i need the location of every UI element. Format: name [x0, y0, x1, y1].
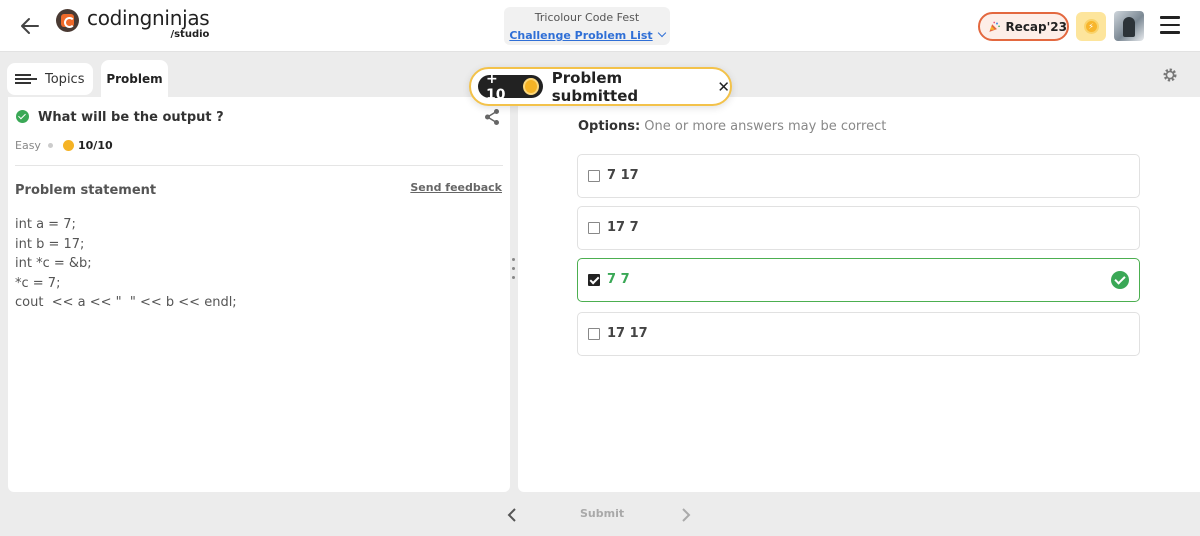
coin-icon: [522, 78, 539, 95]
send-feedback-link[interactable]: Send feedback: [410, 181, 502, 194]
toast-message: Problem submitted: [551, 68, 639, 105]
option-checkbox[interactable]: [588, 170, 600, 182]
avatar[interactable]: [1114, 11, 1144, 41]
options-label: Options:: [578, 119, 641, 134]
submission-toast: + 10 Problem submitted ✕: [469, 67, 732, 106]
option-checkbox-checked[interactable]: [588, 274, 600, 286]
next-chevron-icon[interactable]: [680, 508, 692, 522]
top-header: codingninjas /studio Tricolour Code Fest…: [0, 0, 1200, 52]
chevron-down-icon: [657, 28, 666, 38]
code-line: int b = 17;: [15, 236, 85, 252]
share-icon[interactable]: [484, 108, 500, 126]
score-value: 10/10: [78, 139, 113, 152]
solved-check-icon: [16, 110, 29, 123]
topics-menu-icon: [15, 72, 37, 86]
option-label: 7 7: [607, 272, 630, 287]
separator-dot: [48, 143, 53, 148]
recap-button[interactable]: Recap'23: [978, 12, 1069, 41]
code-block: int a = 7; int b = 17; int *c = &b; *c = 7;…: [15, 215, 237, 313]
option-4[interactable]: 17 17: [577, 312, 1140, 356]
problem-title: What will be the output ?: [38, 110, 224, 125]
option-label: 17 17: [607, 326, 648, 341]
logo-text: codingninjas: [87, 6, 210, 30]
hamburger-menu-icon[interactable]: [1160, 16, 1180, 34]
option-1[interactable]: 7 17: [577, 154, 1140, 198]
coins-button[interactable]: ⚡: [1076, 12, 1106, 41]
previous-chevron-icon[interactable]: [506, 508, 518, 522]
tab-problem[interactable]: Problem: [101, 60, 168, 98]
option-2[interactable]: 17 7: [577, 206, 1140, 250]
problem-statement-heading: Problem statement: [15, 183, 157, 198]
option-label: 17 7: [607, 220, 639, 235]
problem-panel: What will be the output ? Easy 10/10 Pro…: [8, 97, 510, 492]
tab-topics-label: Topics: [45, 71, 85, 87]
back-arrow-icon[interactable]: [18, 14, 42, 38]
challenge-problem-list-link[interactable]: Challenge Problem List: [509, 29, 652, 42]
gear-icon[interactable]: [1162, 67, 1178, 83]
options-heading: Options: One or more answers may be corr…: [578, 119, 886, 134]
option-3[interactable]: 7 7: [577, 258, 1140, 302]
logo-subtext: /studio: [170, 29, 210, 40]
answer-panel: Options: One or more answers may be corr…: [518, 97, 1200, 492]
option-checkbox[interactable]: [588, 222, 600, 234]
option-checkbox[interactable]: [588, 328, 600, 340]
divider: [15, 165, 503, 166]
panel-resize-handle[interactable]: [511, 258, 516, 288]
option-label: 7 17: [607, 168, 639, 183]
code-line: int a = 7;: [15, 217, 76, 232]
coin-icon: [63, 140, 74, 151]
correct-check-icon: [1111, 271, 1129, 289]
points-badge: + 10: [478, 71, 543, 103]
code-line: cout << a << " " << b << endl;: [15, 295, 237, 310]
party-popper-icon: [989, 21, 1000, 32]
tab-topics[interactable]: Topics: [7, 63, 93, 95]
challenge-dropdown[interactable]: Tricolour Code Fest Challenge Problem Li…: [504, 7, 670, 45]
submit-button[interactable]: Submit: [580, 507, 624, 520]
difficulty-label: Easy: [15, 139, 41, 152]
event-title: Tricolour Code Fest: [534, 11, 640, 24]
logo-icon: [56, 9, 79, 32]
code-line: int *c = &b;: [15, 256, 92, 271]
points-value: + 10: [486, 70, 506, 103]
code-line: *c = 7;: [15, 275, 61, 291]
coding-ninjas-logo[interactable]: codingninjas /studio: [56, 6, 210, 40]
coin-icon: ⚡: [1083, 19, 1099, 34]
close-icon[interactable]: ✕: [717, 78, 730, 96]
recap-label: Recap'23: [1005, 19, 1067, 34]
options-hint: One or more answers may be correct: [644, 119, 887, 134]
